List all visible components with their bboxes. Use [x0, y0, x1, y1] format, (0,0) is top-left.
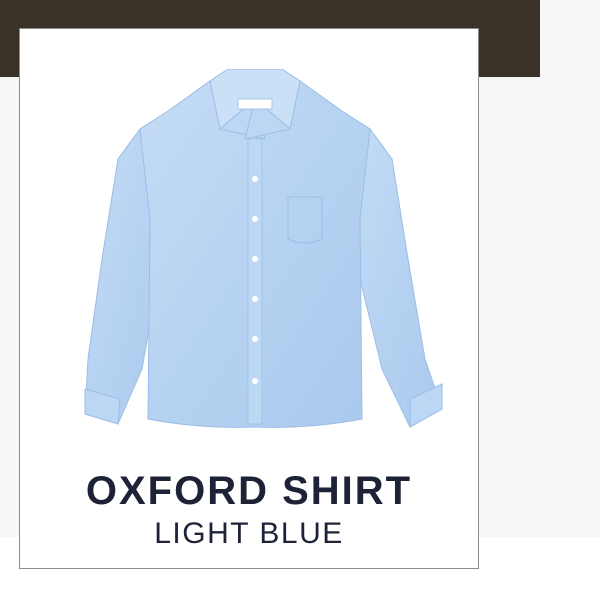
background-strip [540, 0, 600, 77]
product-color-label: LIGHT BLUE [154, 517, 344, 550]
product-card[interactable]: OXFORD SHIRT LIGHT BLUE [19, 28, 479, 569]
shirt-image[interactable] [60, 69, 450, 439]
product-title[interactable]: OXFORD SHIRT [20, 467, 478, 515]
